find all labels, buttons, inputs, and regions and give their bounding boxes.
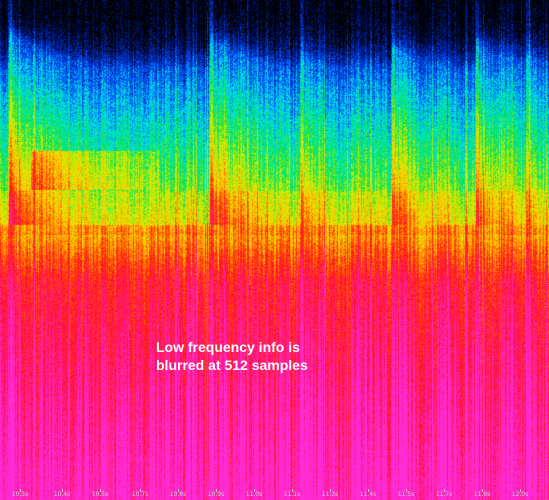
spectrogram-view: Low frequency info is blurred at 512 sam… [0, 0, 549, 500]
annotation-text: Low frequency info is blurred at 512 sam… [156, 339, 308, 373]
spectrogram-heatmap [0, 0, 549, 500]
